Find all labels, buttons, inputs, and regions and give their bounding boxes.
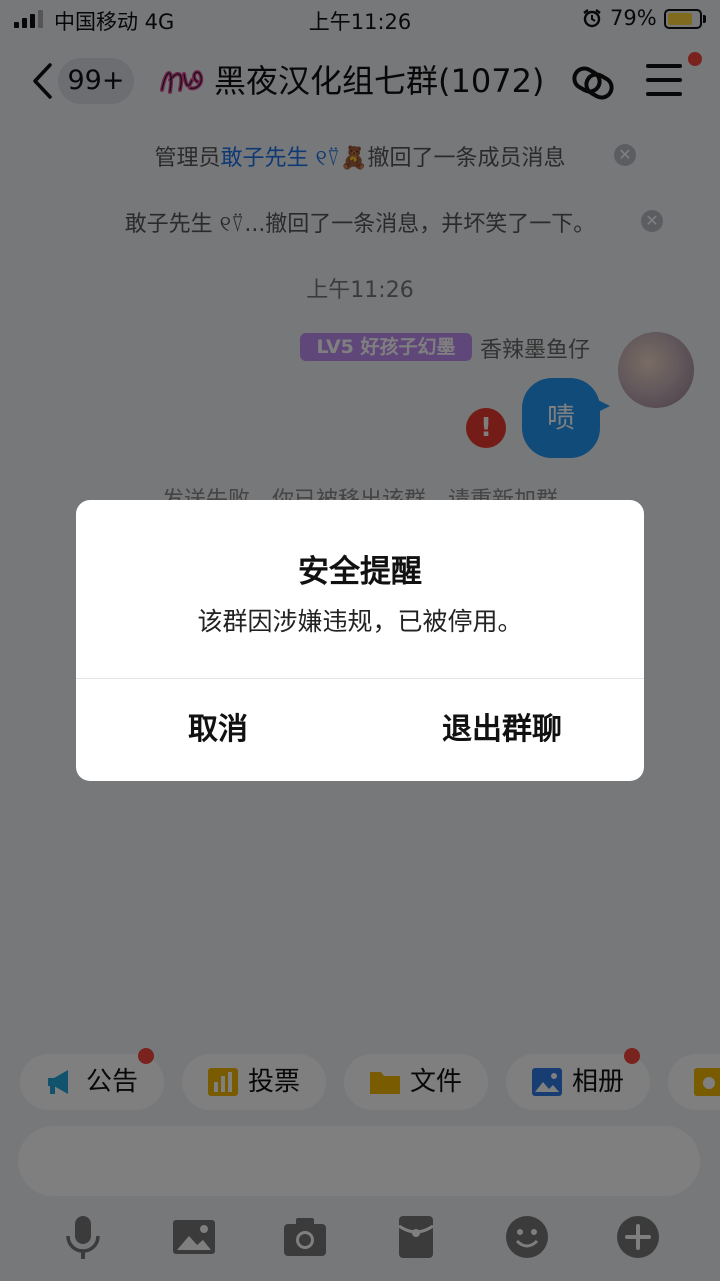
cancel-button[interactable]: 取消 [76, 679, 360, 781]
dialog-title: 安全提醒 [298, 554, 422, 590]
security-alert-dialog: 安全提醒 该群因涉嫌违规，已被停用。 取消 退出群聊 [76, 500, 644, 781]
dialog-message: 该群因涉嫌违规，已被停用。 [197, 607, 523, 636]
exit-group-button[interactable]: 退出群聊 [360, 679, 644, 781]
